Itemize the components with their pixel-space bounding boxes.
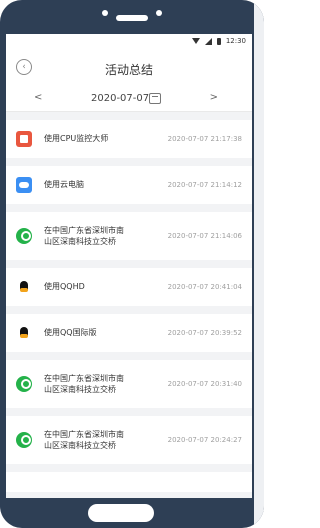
location-icon bbox=[16, 228, 32, 244]
prev-date-button[interactable]: < bbox=[34, 92, 42, 103]
location-icon bbox=[16, 376, 32, 392]
signal-icon bbox=[204, 37, 212, 45]
next-date-button[interactable]: > bbox=[210, 92, 218, 103]
qq-icon bbox=[16, 325, 32, 341]
device-notch bbox=[0, 10, 264, 26]
activity-time: 2020-07-07 20:24:27 bbox=[167, 436, 242, 444]
list-item[interactable]: 使用QQ国际版 2020-07-07 20:39:52 bbox=[6, 314, 252, 352]
date-navigation: < 2020-07-07 > bbox=[6, 86, 252, 112]
list-item[interactable]: 使用CPU监控大师 2020-07-07 21:17:38 bbox=[6, 120, 252, 158]
page-title: 活动总结 bbox=[104, 63, 153, 77]
activity-label: 在中国广东省深圳市南 山区深南科技立交桥 bbox=[44, 226, 124, 246]
activity-time: 2020-07-07 20:31:40 bbox=[167, 380, 242, 388]
camera-dot bbox=[102, 10, 108, 16]
battery-icon bbox=[216, 37, 221, 45]
cpu-monitor-icon bbox=[16, 131, 32, 147]
activity-label: 使用QQ国际版 bbox=[44, 328, 97, 337]
activity-label: 在中国广东省深圳市南 山区深南科技立交桥 bbox=[44, 374, 124, 394]
calendar-icon[interactable] bbox=[149, 93, 161, 104]
wifi-icon bbox=[191, 38, 200, 44]
activity-label: 在中国广东省深圳市南 山区深南科技立交桥 bbox=[44, 430, 124, 450]
status-time: 12:30 bbox=[225, 37, 246, 45]
list-item[interactable]: 使用QQHD 2020-07-07 20:41:04 bbox=[6, 268, 252, 306]
list-item[interactable]: 在中国广东省深圳市南 山区深南科技立交桥 2020-07-07 21:14:06 bbox=[6, 212, 252, 260]
cloud-computer-icon bbox=[16, 177, 32, 193]
activity-time: 2020-07-07 20:39:52 bbox=[167, 329, 242, 337]
activity-list: 使用CPU监控大师 2020-07-07 21:17:38 使用云电脑 2020… bbox=[6, 120, 252, 498]
background-edge bbox=[254, 0, 264, 528]
list-item[interactable]: 在中国广东省深圳市南 山区深南科技立交桥 2020-07-07 20:31:40 bbox=[6, 360, 252, 408]
current-date[interactable]: 2020-07-07 bbox=[91, 93, 149, 104]
activity-time: 2020-07-07 21:17:38 bbox=[167, 135, 242, 143]
activity-time: 2020-07-07 21:14:12 bbox=[167, 181, 242, 189]
home-button[interactable] bbox=[88, 504, 154, 522]
activity-time: 2020-07-07 21:14:06 bbox=[167, 232, 242, 240]
sensor-dot bbox=[156, 10, 162, 16]
qq-icon bbox=[16, 279, 32, 295]
activity-time: 2020-07-07 20:41:04 bbox=[167, 283, 242, 291]
list-item[interactable] bbox=[6, 472, 252, 492]
activity-label: 使用云电脑 bbox=[44, 180, 84, 189]
list-item[interactable]: 在中国广东省深圳市南 山区深南科技立交桥 2020-07-07 20:24:27 bbox=[6, 416, 252, 464]
speaker-bar bbox=[116, 15, 148, 21]
activity-label: 使用CPU监控大师 bbox=[44, 134, 109, 143]
phone-frame: 12:30 ‹ 活动总结 < 2020-07-07 > 使用CPU监控大师 20… bbox=[0, 0, 264, 528]
list-item[interactable]: 使用云电脑 2020-07-07 21:14:12 bbox=[6, 166, 252, 204]
status-bar: 12:30 bbox=[6, 34, 252, 50]
location-icon bbox=[16, 432, 32, 448]
title-bar: ‹ 活动总结 bbox=[6, 50, 252, 86]
app-screen: 12:30 ‹ 活动总结 < 2020-07-07 > 使用CPU监控大师 20… bbox=[6, 34, 252, 498]
activity-label: 使用QQHD bbox=[44, 282, 85, 291]
